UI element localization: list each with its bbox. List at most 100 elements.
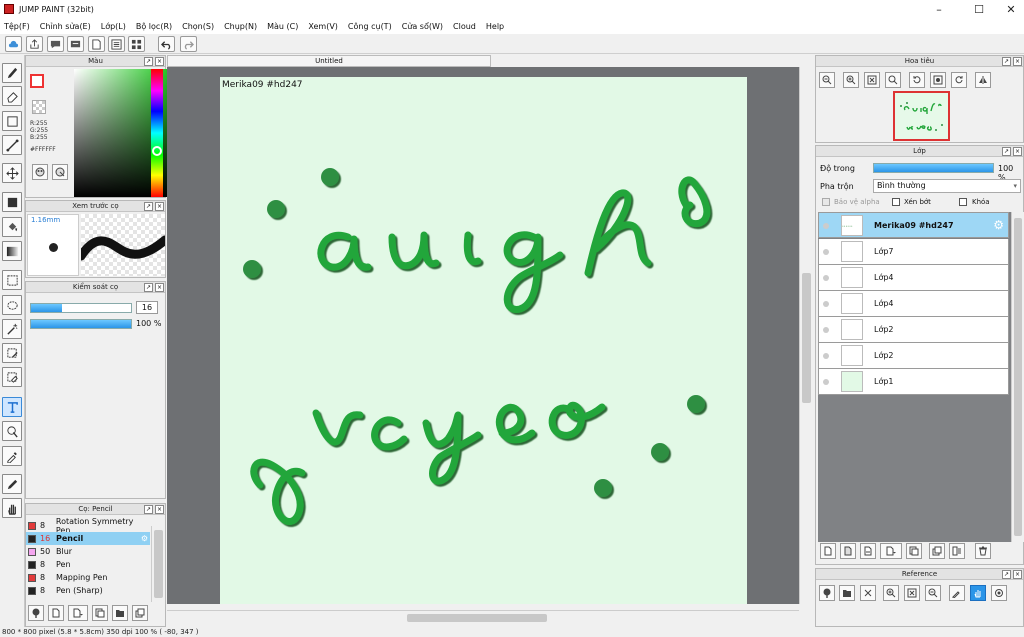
layer-visibility-toggle[interactable] (823, 249, 829, 255)
menu-color[interactable]: Màu (C) (267, 22, 298, 31)
layer-opacity-slider[interactable] (873, 163, 994, 173)
menu-view[interactable]: Xem(V) (308, 22, 338, 31)
brush-tool[interactable] (2, 63, 22, 83)
clipping-checkbox[interactable] (892, 198, 900, 206)
panel-close-button[interactable]: × (1013, 570, 1022, 579)
gear-icon[interactable]: ⚙ (141, 534, 148, 543)
brush-size-input[interactable]: 16 (136, 301, 158, 314)
hue-handle[interactable] (152, 146, 162, 156)
gear-icon[interactable]: ⚙ (993, 218, 1004, 232)
panel-float-button[interactable]: ↗ (1002, 147, 1011, 156)
pen-tool[interactable] (2, 474, 22, 494)
layer-visibility-toggle[interactable] (823, 223, 829, 229)
panel-float-button[interactable]: ↗ (144, 57, 153, 66)
reference-rotate-button[interactable] (991, 585, 1007, 601)
menu-cloud[interactable]: Cloud (453, 22, 476, 31)
magic-wand-tool[interactable] (2, 319, 22, 339)
select-eraser-tool[interactable] (2, 367, 22, 387)
maximize-button[interactable]: ☐ (962, 0, 996, 18)
menu-filter[interactable]: Bộ lọc(R) (136, 22, 172, 31)
panel-close-button[interactable]: × (1013, 57, 1022, 66)
hand-tool[interactable] (2, 498, 22, 518)
brush-item[interactable]: 8 Pen (Sharp) (26, 584, 150, 597)
eraser-tool[interactable] (2, 86, 22, 106)
gradient-tool[interactable] (2, 241, 22, 261)
canvas-vertical-scrollbar[interactable] (799, 67, 813, 604)
panel-close-button[interactable]: × (155, 283, 164, 292)
document-tab[interactable]: Untitled (167, 55, 491, 67)
new-layer-1bit-button[interactable] (860, 543, 876, 559)
color-wheel-button[interactable] (32, 164, 48, 180)
reference-open-button[interactable] (839, 585, 855, 601)
menu-window[interactable]: Cửa sổ(W) (402, 22, 443, 31)
layer-row[interactable]: Lớp7 (818, 239, 1009, 265)
brush-item[interactable]: 8 Pen (26, 558, 150, 571)
drawing-canvas[interactable] (220, 77, 747, 604)
lock-checkbox[interactable] (959, 198, 967, 206)
rotate-right-button[interactable] (951, 72, 967, 88)
move-tool[interactable] (2, 163, 22, 183)
reference-zoom-in-button[interactable] (883, 585, 899, 601)
reference-eyedropper-button[interactable] (949, 585, 965, 601)
operation-tool[interactable] (2, 421, 22, 441)
text-tool[interactable] (2, 397, 22, 417)
layer-folder-button[interactable] (906, 543, 922, 559)
reference-fit-button[interactable] (904, 585, 920, 601)
menu-layer[interactable]: Lớp(L) (101, 22, 126, 31)
menu-capture[interactable]: Chụp(N) (224, 22, 257, 31)
new-layer-dropdown[interactable] (880, 543, 902, 559)
bucket-tool[interactable] (2, 217, 22, 237)
minimize-button[interactable]: – (922, 0, 956, 18)
delete-layer-button[interactable] (975, 543, 991, 559)
layer-visibility-toggle[interactable] (823, 301, 829, 307)
new-layer-8bit-button[interactable] (840, 543, 856, 559)
brush-item[interactable]: 8 Rotation Symmetry Pen (26, 517, 150, 535)
protect-alpha-checkbox[interactable] (822, 198, 830, 206)
canvas-horizontal-scrollbar[interactable] (167, 610, 799, 624)
brush-duplicate-button[interactable] (132, 605, 148, 621)
zoom-in-button[interactable] (843, 72, 859, 88)
layer-visibility-toggle[interactable] (823, 353, 829, 359)
menu-tools[interactable]: Công cụ(T) (348, 22, 392, 31)
foreground-color-swatch[interactable] (30, 74, 44, 88)
brush-opacity-slider[interactable] (30, 319, 132, 329)
actual-size-button[interactable] (885, 72, 901, 88)
new-layer-button[interactable] (820, 543, 836, 559)
menu-select[interactable]: Chọn(S) (182, 22, 214, 31)
lasso-tool[interactable] (2, 295, 22, 315)
panel-float-button[interactable]: ↗ (1002, 57, 1011, 66)
brush-item[interactable]: 50 Blur (26, 545, 150, 558)
panel-float-button[interactable]: ↗ (1002, 570, 1011, 579)
document-list-button[interactable] (108, 36, 125, 52)
reference-zoom-out-button[interactable] (925, 585, 941, 601)
brush-list-scroll-thumb[interactable] (154, 530, 163, 598)
panel-close-button[interactable]: × (155, 505, 164, 514)
comment-button[interactable] (47, 36, 64, 52)
cloud-button[interactable] (5, 36, 22, 52)
menu-edit[interactable]: Chỉnh sửa(E) (40, 22, 91, 31)
grid-button[interactable] (128, 36, 145, 52)
panel-close-button[interactable]: × (155, 202, 164, 211)
hue-slider[interactable] (151, 69, 163, 197)
layer-row-selected[interactable]: •••••• Merika09 #hd247 ⚙ (818, 212, 1009, 238)
layer-row[interactable]: Lớp2 (818, 317, 1009, 343)
redo-button[interactable] (180, 36, 197, 52)
brush-item[interactable]: 8 Mapping Pen (26, 571, 150, 584)
reference-tree-button[interactable] (819, 585, 835, 601)
flip-button[interactable] (930, 72, 946, 88)
share-button[interactable] (26, 36, 43, 52)
brush-new-button[interactable] (48, 605, 64, 621)
rotate-left-button[interactable] (909, 72, 925, 88)
navigator-thumbnail[interactable] (893, 91, 950, 141)
select-tool[interactable] (2, 270, 22, 290)
brush-add-button[interactable] (28, 605, 44, 621)
panel-float-button[interactable]: ↗ (144, 202, 153, 211)
rectangle-tool[interactable] (2, 111, 22, 131)
panel-close-button[interactable]: × (155, 57, 164, 66)
merge-layer-button[interactable] (949, 543, 965, 559)
color-set-button[interactable] (52, 164, 68, 180)
panel-close-button[interactable]: × (1013, 147, 1022, 156)
panel-float-button[interactable]: ↗ (144, 505, 153, 514)
brush-item-selected[interactable]: 16 Pencil ⚙ (26, 532, 150, 545)
layer-visibility-toggle[interactable] (823, 275, 829, 281)
